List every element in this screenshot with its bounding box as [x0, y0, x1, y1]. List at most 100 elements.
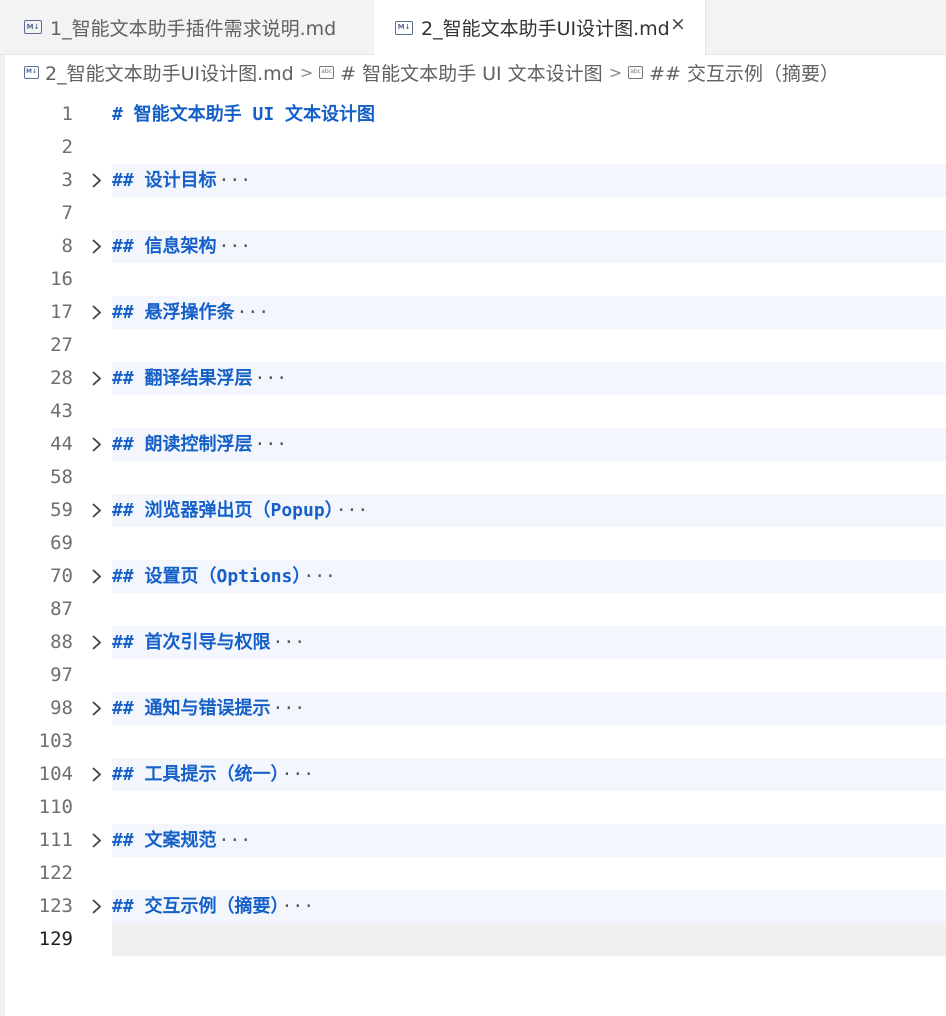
- line-number: 8: [61, 235, 73, 257]
- editor-line[interactable]: 111 ## 文案规范 ···: [0, 824, 946, 857]
- markdown-icon: M↓: [395, 20, 413, 35]
- heading-line-text[interactable]: ## 浏览器弹出页（Popup） ···: [112, 494, 946, 527]
- line-text: ## 文案规范: [112, 830, 217, 851]
- fold-chevron-right-icon[interactable]: [88, 758, 104, 791]
- empty-line[interactable]: [112, 329, 946, 362]
- fold-chevron-right-icon[interactable]: [88, 824, 104, 857]
- breadcrumb: M↓ 2_智能文本助手UI设计图.md > abc # 智能文本助手 UI 文本…: [0, 54, 946, 90]
- folded-ellipsis[interactable]: ···: [219, 170, 252, 191]
- editor-line[interactable]: 103: [0, 725, 946, 758]
- heading-line-text[interactable]: ## 翻译结果浮层 ···: [112, 362, 946, 395]
- editor-line[interactable]: 3 ## 设计目标 ···: [0, 164, 946, 197]
- empty-line[interactable]: [112, 263, 946, 296]
- heading-line-text[interactable]: ## 文案规范 ···: [112, 824, 946, 857]
- folded-ellipsis[interactable]: ···: [273, 698, 306, 719]
- folded-ellipsis[interactable]: ···: [282, 896, 315, 917]
- editor-line[interactable]: 17 ## 悬浮操作条 ···: [0, 296, 946, 329]
- editor-line[interactable]: 97: [0, 659, 946, 692]
- fold-chevron-right-icon[interactable]: [88, 362, 104, 395]
- fold-chevron-right-icon[interactable]: [88, 230, 104, 263]
- line-number: 110: [38, 796, 73, 818]
- editor-line[interactable]: 87: [0, 593, 946, 626]
- tab-label: 2_智能文本助手UI设计图.md: [421, 18, 670, 40]
- line-text: ## 设置页（Options）: [112, 566, 302, 587]
- chevron-right-icon: >: [608, 62, 623, 82]
- editor-line[interactable]: 110: [0, 791, 946, 824]
- folded-ellipsis[interactable]: ···: [255, 368, 288, 389]
- line-text: ## 浏览器弹出页（Popup）: [112, 500, 334, 521]
- editor-line[interactable]: 27: [0, 329, 946, 362]
- fold-chevron-right-icon[interactable]: [88, 692, 104, 725]
- editor-line[interactable]: 88 ## 首次引导与权限 ···: [0, 626, 946, 659]
- line-number: 98: [50, 697, 73, 719]
- heading-line-text[interactable]: ## 信息架构 ···: [112, 230, 946, 263]
- fold-chevron-right-icon[interactable]: [88, 494, 104, 527]
- line-number: 27: [50, 334, 73, 356]
- fold-chevron-right-icon[interactable]: [88, 890, 104, 923]
- editor-line[interactable]: 69: [0, 527, 946, 560]
- editor-line[interactable]: 122: [0, 857, 946, 890]
- editor-line[interactable]: 43: [0, 395, 946, 428]
- heading-line-text[interactable]: ## 朗读控制浮层 ···: [112, 428, 946, 461]
- symbol-string-icon: abc: [628, 65, 644, 79]
- empty-line[interactable]: [112, 923, 946, 956]
- fold-chevron-right-icon[interactable]: [88, 560, 104, 593]
- editor-line[interactable]: 98 ## 通知与错误提示 ···: [0, 692, 946, 725]
- breadcrumb-heading-1[interactable]: abc # 智能文本助手 UI 文本设计图: [319, 59, 603, 86]
- folded-ellipsis[interactable]: ···: [219, 236, 252, 257]
- folded-ellipsis[interactable]: ···: [273, 632, 306, 653]
- fold-chevron-right-icon[interactable]: [88, 428, 104, 461]
- editor-line[interactable]: 70 ## 设置页（Options） ···: [0, 560, 946, 593]
- heading-line-text[interactable]: ## 工具提示（统一） ···: [112, 758, 946, 791]
- empty-line[interactable]: [112, 131, 946, 164]
- heading-line-text[interactable]: ## 设置页（Options） ···: [112, 560, 946, 593]
- empty-line[interactable]: [112, 527, 946, 560]
- line-text: # 智能文本助手 UI 文本设计图: [112, 104, 376, 125]
- empty-line[interactable]: [112, 659, 946, 692]
- close-icon[interactable]: ×: [665, 13, 691, 35]
- fold-chevron-right-icon[interactable]: [88, 296, 104, 329]
- folded-ellipsis[interactable]: ···: [303, 566, 336, 587]
- line-number: 2: [61, 136, 73, 158]
- line-number: 59: [50, 499, 73, 521]
- folded-ellipsis[interactable]: ···: [282, 764, 315, 785]
- line-text: ## 通知与错误提示: [112, 698, 271, 719]
- editor-line[interactable]: 28 ## 翻译结果浮层 ···: [0, 362, 946, 395]
- heading-line-text[interactable]: ## 首次引导与权限 ···: [112, 626, 946, 659]
- editor-line[interactable]: 104 ## 工具提示（统一） ···: [0, 758, 946, 791]
- editor-line[interactable]: 2: [0, 131, 946, 164]
- empty-line[interactable]: [112, 725, 946, 758]
- editor-line[interactable]: 58: [0, 461, 946, 494]
- editor-line[interactable]: 59 ## 浏览器弹出页（Popup） ···: [0, 494, 946, 527]
- editor-line[interactable]: 16: [0, 263, 946, 296]
- line-text: ## 翻译结果浮层: [112, 368, 253, 389]
- editor-line[interactable]: 123 ## 交互示例（摘要） ···: [0, 890, 946, 923]
- editor-line[interactable]: 8 ## 信息架构 ···: [0, 230, 946, 263]
- tab-label: 1_智能文本助手插件需求说明.md: [50, 17, 337, 40]
- heading-line-text[interactable]: ## 悬浮操作条 ···: [112, 296, 946, 329]
- folded-ellipsis[interactable]: ···: [336, 500, 369, 521]
- heading-line-text[interactable]: ## 交互示例（摘要） ···: [112, 890, 946, 923]
- tab-requirements-md[interactable]: M↓ 1_智能文本助手插件需求说明.md: [0, 0, 374, 54]
- empty-line[interactable]: [112, 791, 946, 824]
- editor-line[interactable]: 7: [0, 197, 946, 230]
- editor-line[interactable]: 1 # 智能文本助手 UI 文本设计图: [0, 98, 946, 131]
- empty-line[interactable]: [112, 395, 946, 428]
- fold-chevron-right-icon[interactable]: [88, 164, 104, 197]
- editor-line[interactable]: 44 ## 朗读控制浮层 ···: [0, 428, 946, 461]
- empty-line[interactable]: [112, 461, 946, 494]
- heading-line-text[interactable]: # 智能文本助手 UI 文本设计图: [112, 98, 946, 131]
- breadcrumb-heading-2[interactable]: abc ## 交互示例（摘要）: [628, 59, 839, 86]
- empty-line[interactable]: [112, 197, 946, 230]
- breadcrumb-file[interactable]: M↓ 2_智能文本助手UI设计图.md: [24, 59, 294, 86]
- tab-ui-design-md[interactable]: M↓ 2_智能文本助手UI设计图.md ×: [374, 0, 706, 55]
- fold-chevron-right-icon[interactable]: [88, 626, 104, 659]
- heading-line-text[interactable]: ## 通知与错误提示 ···: [112, 692, 946, 725]
- editor-line[interactable]: 129: [0, 923, 946, 956]
- folded-ellipsis[interactable]: ···: [255, 434, 288, 455]
- folded-ellipsis[interactable]: ···: [237, 302, 270, 323]
- heading-line-text[interactable]: ## 设计目标 ···: [112, 164, 946, 197]
- folded-ellipsis[interactable]: ···: [219, 830, 252, 851]
- empty-line[interactable]: [112, 593, 946, 626]
- empty-line[interactable]: [112, 857, 946, 890]
